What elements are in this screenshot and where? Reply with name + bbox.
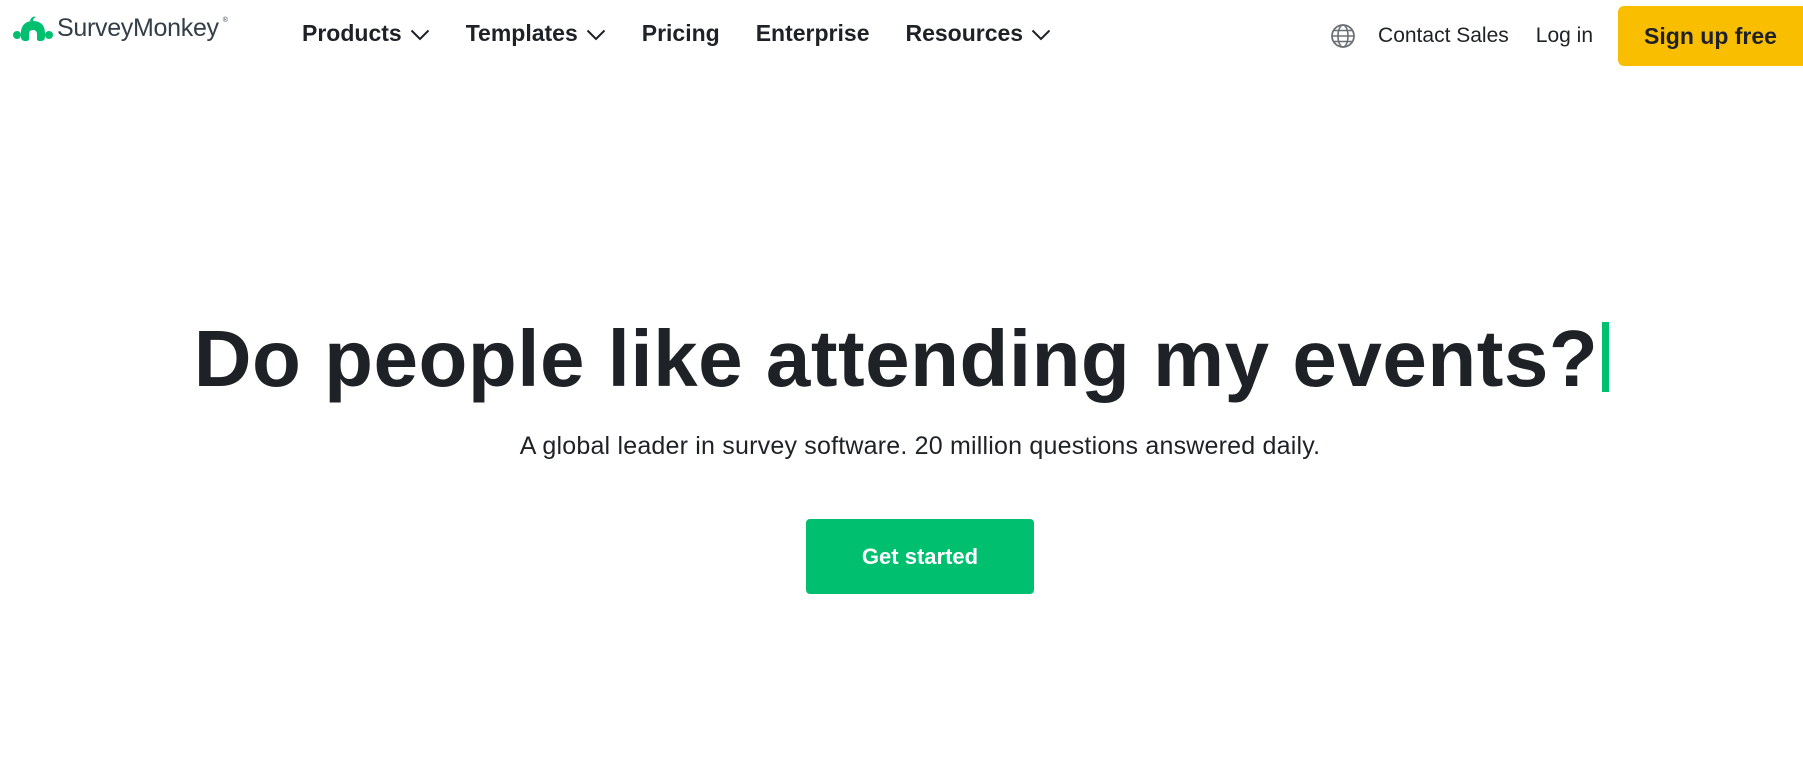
globe-icon[interactable] [1330, 23, 1356, 49]
nav-pricing-label: Pricing [641, 19, 720, 46]
registered-mark: ® [222, 16, 228, 24]
monkey-logo-icon [13, 15, 53, 45]
contact-sales-link[interactable]: Contact Sales [1378, 24, 1509, 48]
signup-button[interactable]: Sign up free [1618, 6, 1803, 66]
site-header: SurveyMonkey ® Products Templates Pricin… [0, 0, 1803, 68]
nav-resources[interactable]: Resources [905, 20, 1051, 47]
chevron-down-icon [1031, 29, 1051, 40]
nav-templates[interactable]: Templates [466, 20, 606, 47]
nav-templates-label: Templates [465, 19, 578, 46]
nav-enterprise[interactable]: Enterprise [756, 20, 870, 47]
typing-caret [1602, 322, 1610, 392]
nav-enterprise-label: Enterprise [755, 19, 870, 46]
surveymonkey-logo[interactable]: SurveyMonkey ® [13, 12, 228, 48]
login-link[interactable]: Log in [1536, 24, 1593, 48]
logo-wordmark: SurveyMonkey [57, 13, 219, 42]
chevron-down-icon [410, 29, 429, 40]
hero-headline-text: Do people like attending my events? [193, 314, 1599, 403]
get-started-button[interactable]: Get started [806, 519, 1034, 594]
nav-pricing[interactable]: Pricing [642, 20, 720, 47]
page: SurveyMonkey ® Products Templates Pricin… [0, 0, 1803, 783]
chevron-down-icon [586, 29, 605, 40]
hero-subheadline: A global leader in survey software. 20 m… [519, 432, 1321, 460]
header-actions: Contact Sales Log in Sign up free [1330, 6, 1803, 66]
nav-products-label: Products [302, 19, 402, 46]
hero-headline: Do people like attending my events? [0, 312, 1803, 406]
nav-resources-label: Resources [905, 19, 1024, 46]
main-nav: Products Templates Pricing Enterprise Re… [302, 17, 1087, 49]
nav-products[interactable]: Products [302, 20, 430, 47]
